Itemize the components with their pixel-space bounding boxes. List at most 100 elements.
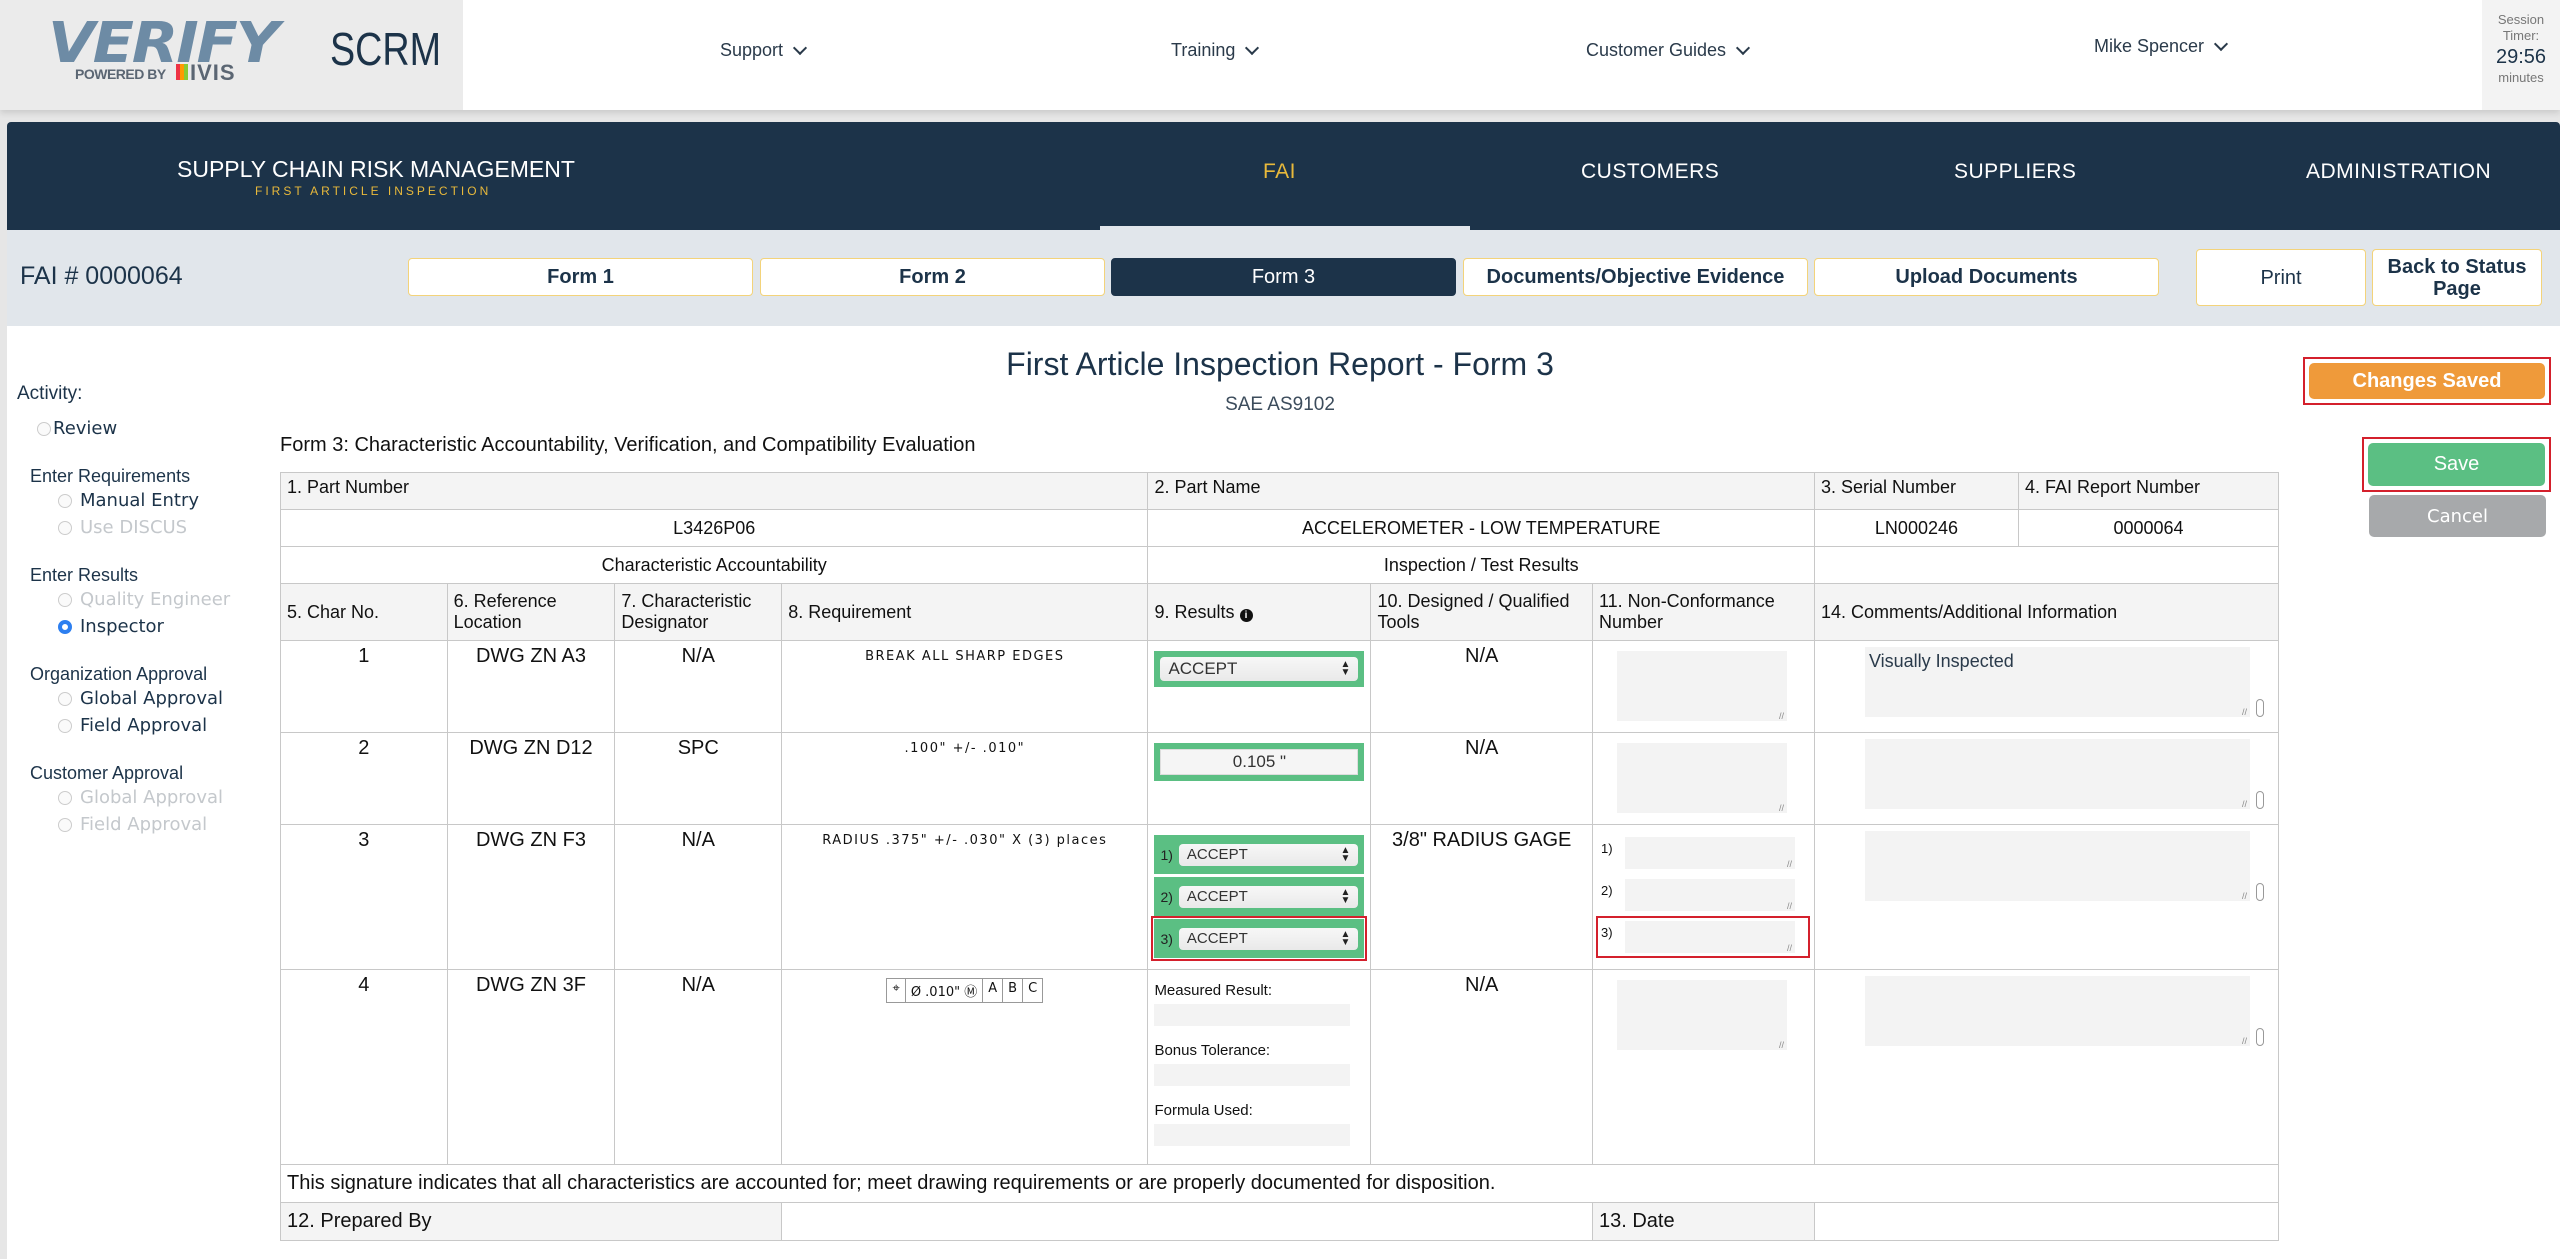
nav-support[interactable]: Support [720, 40, 808, 61]
designator: N/A [614, 640, 783, 733]
char-no: 2 [280, 732, 448, 825]
cancel-wrap: Cancel [2369, 495, 2546, 537]
verify-logo[interactable]: VERIFY [48, 16, 280, 72]
fcf-datum-c: C [1028, 981, 1038, 996]
radio-org-global-approval[interactable]: Global Approval [58, 685, 230, 712]
place-number: 1) [1600, 841, 1613, 856]
col-results: 9. Results i [1147, 583, 1372, 641]
logo-area: VERIFY POWERED BY IVIS SCRM [0, 0, 463, 110]
result-select[interactable]: ACCEPT ▲ ▼ [1160, 657, 1359, 681]
ivis-text: IVIS [190, 60, 236, 85]
section-characteristic-accountability: Characteristic Accountability [279, 546, 1149, 584]
comment-cell: Visually Inspected [1813, 640, 2280, 733]
prepared-by-value [781, 1202, 1593, 1241]
tools: N/A [1370, 969, 1593, 1165]
tab-documents-evidence[interactable]: Documents/Objective Evidence [1463, 258, 1808, 296]
nav-administration[interactable]: ADMINISTRATION [2306, 160, 2491, 184]
bonus-tolerance-input[interactable] [1154, 1064, 1351, 1086]
radio-circle-checked[interactable] [58, 619, 72, 634]
paperclip-icon[interactable] [2255, 883, 2264, 901]
result-select[interactable]: ACCEPT ▲ ▼ [1178, 843, 1359, 866]
fcf-tolerance: Ø .010" Ⓜ [906, 979, 984, 1002]
radio-label: Quality Engineer [80, 589, 231, 610]
nav-fai[interactable]: FAI [1263, 160, 1296, 184]
chevron-down-icon [1735, 40, 1751, 55]
radio-circle[interactable] [58, 691, 72, 706]
col-results-label: 9. Results [1154, 601, 1235, 622]
user-menu[interactable]: Mike Spencer [2094, 36, 2229, 57]
ref-location: DWG ZN A3 [446, 640, 616, 733]
nav-support-label: Support [720, 40, 784, 60]
comment-textarea[interactable]: Visually Inspected [1864, 647, 2250, 717]
table-row: 4 DWG ZN 3F N/A ⌖ Ø .010" Ⓜ A B C Measur… [280, 969, 2280, 1165]
col-requirement: 8. Requirement [781, 583, 1149, 641]
bonus-tolerance-label: Bonus Tolerance: [1154, 1042, 1271, 1059]
col-ref-location: 6. Reference Location [446, 583, 616, 641]
tab-form-1[interactable]: Form 1 [408, 258, 753, 296]
nc-textarea[interactable] [1624, 837, 1795, 869]
tab-form-2[interactable]: Form 2 [760, 258, 1105, 296]
result-cell: Measured Result: Bonus Tolerance: Formul… [1147, 969, 1372, 1165]
nc-textarea[interactable] [1616, 743, 1787, 813]
radio-circle[interactable] [58, 718, 72, 733]
fai-number: FAI # 0000064 [20, 262, 183, 290]
result-select-value: ACCEPT [1186, 846, 1248, 863]
result-select[interactable]: ACCEPT ▲ ▼ [1178, 885, 1359, 908]
comment-textarea[interactable] [1864, 739, 2250, 809]
table-row: 3 DWG ZN F3 N/A RADIUS .375" +/- .030" X… [280, 824, 2280, 970]
comment-textarea[interactable] [1864, 831, 2250, 901]
ref-location: DWG ZN F3 [446, 824, 616, 970]
main-nav: SUPPLY CHAIN RISK MANAGEMENT FIRST ARTIC… [7, 122, 2560, 234]
nc-textarea[interactable] [1624, 921, 1795, 953]
nc-textarea[interactable] [1616, 651, 1787, 721]
tab-form-3[interactable]: Form 3 [1111, 258, 1456, 296]
header-fai-report-number: 4. FAI Report Number [2017, 472, 2280, 510]
signature-note: This signature indicates that all charac… [280, 1164, 2279, 1203]
radio-inspector[interactable]: Inspector [58, 613, 230, 640]
formula-used-input[interactable] [1154, 1124, 1351, 1146]
result-input[interactable]: 0.105 " [1160, 749, 1359, 775]
ref-location: DWG ZN 3F [446, 969, 616, 1165]
brand-title: SUPPLY CHAIN RISK MANAGEMENT [177, 156, 575, 182]
measured-result-input[interactable] [1154, 1004, 1351, 1026]
nc-cell [1591, 969, 1815, 1165]
nav-customer-guides[interactable]: Customer Guides [1586, 40, 1751, 61]
radio-label: Global Approval [80, 787, 224, 808]
report-title: First Article Inspection Report - Form 3 [1006, 346, 1554, 382]
tools: N/A [1370, 732, 1593, 825]
radio-org-field-approval[interactable]: Field Approval [58, 712, 230, 739]
place-number: 3) [1160, 930, 1173, 947]
header-part-number: 1. Part Number [279, 472, 1149, 510]
radio-circle [58, 592, 72, 607]
nc-textarea[interactable] [1616, 980, 1787, 1050]
select-arrows-icon: ▲ ▼ [1340, 886, 1351, 906]
result-select[interactable]: ACCEPT ▲ ▼ [1178, 927, 1359, 950]
paperclip-icon[interactable] [2255, 791, 2264, 809]
back-to-status-button[interactable]: Back to Status Page [2372, 249, 2542, 306]
print-button[interactable]: Print [2196, 249, 2366, 306]
paperclip-icon[interactable] [2255, 1028, 2264, 1046]
nav-customer-guides-label: Customer Guides [1586, 40, 1727, 60]
cancel-button[interactable]: Cancel [2369, 495, 2546, 537]
header-part-name: 2. Part Name [1147, 472, 1815, 510]
nc-textarea[interactable] [1624, 879, 1795, 911]
prepared-by-label: 12. Prepared By [279, 1202, 783, 1241]
char-no: 1 [280, 640, 448, 733]
part-number-value: L3426P06 [279, 509, 1149, 547]
comment-cell [1813, 732, 2280, 825]
date-value [1813, 1202, 2280, 1241]
result-cell: 0.105 " [1147, 732, 1372, 825]
radio-label: Inspector [80, 616, 164, 637]
info-icon[interactable]: i [1239, 608, 1253, 622]
tab-upload-documents[interactable]: Upload Documents [1814, 258, 2159, 296]
save-button[interactable]: Save [2368, 443, 2545, 486]
nav-training[interactable]: Training [1171, 40, 1260, 61]
requirement: RADIUS .375" +/- .030" X (3) places [781, 824, 1149, 970]
nav-suppliers[interactable]: SUPPLIERS [1954, 160, 2076, 184]
group-enter-results: Enter Results [30, 565, 139, 585]
comment-textarea[interactable] [1864, 976, 2250, 1046]
paperclip-icon[interactable] [2255, 699, 2264, 717]
section-inspection-results: Inspection / Test Results [1147, 546, 1815, 584]
nav-customers[interactable]: CUSTOMERS [1581, 160, 1719, 184]
fcf-datum-b: B [1003, 979, 1024, 1002]
